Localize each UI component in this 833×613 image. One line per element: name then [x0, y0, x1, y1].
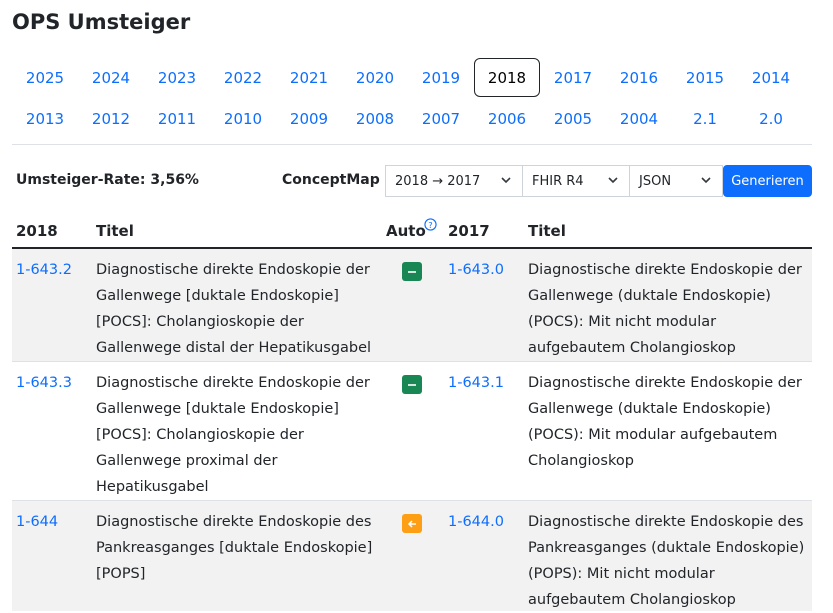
auto-minus-badge	[402, 262, 422, 281]
year-link-2013[interactable]: 2013	[12, 99, 78, 138]
from-code-link[interactable]: 1-644	[16, 509, 58, 535]
format-select[interactable]: JSON	[629, 165, 723, 197]
to-title-line: aufgebautem Cholangioskop	[528, 340, 736, 356]
to-title: Diagnostische direkte Endoskopie der Gal…	[528, 257, 802, 361]
to-title-line: Diagnostische direkte Endoskopie des	[528, 514, 804, 530]
to-code-link[interactable]: 1-643.1	[448, 370, 504, 396]
chevron-down-icon	[608, 177, 618, 184]
to-title-line: Diagnostische direkte Endoskopie der	[528, 375, 802, 391]
year-link-2021[interactable]: 2021	[276, 58, 342, 97]
from-title-line: Diagnostische direkte Endoskopie der	[96, 262, 370, 278]
format-select-value: JSON	[639, 173, 672, 189]
to-title-line: aufgebautem Cholangioskop	[528, 592, 736, 608]
help-icon[interactable]: ?	[424, 218, 437, 231]
year-link-2004[interactable]: 2004	[606, 99, 672, 138]
chevron-down-icon	[501, 177, 511, 184]
header-to-year: 2017	[448, 222, 490, 240]
generate-button[interactable]: Generieren	[723, 165, 812, 197]
year-link-2005[interactable]: 2005	[540, 99, 606, 138]
to-code-link[interactable]: 1-644.0	[448, 509, 504, 535]
from-code-link[interactable]: 1-643.3	[16, 370, 72, 396]
year-link-2011[interactable]: 2011	[144, 99, 210, 138]
direction-select[interactable]: 2018 → 2017	[385, 165, 523, 197]
to-title-line: Diagnostische direkte Endoskopie der	[528, 262, 802, 278]
auto-minus-badge	[402, 375, 422, 394]
year-link-2014[interactable]: 2014	[738, 58, 804, 97]
year-link-2009[interactable]: 2009	[276, 99, 342, 138]
year-link-2008[interactable]: 2008	[342, 99, 408, 138]
year-link-2024[interactable]: 2024	[78, 58, 144, 97]
to-title-line: Cholangioskop	[528, 453, 634, 469]
year-selector: 2025 2024 2023 2022 2021 2020 2019 2018 …	[12, 58, 812, 140]
year-row-2: 2013 2012 2011 2010 2009 2008 2007 2006 …	[12, 99, 812, 139]
to-code-link[interactable]: 1-643.0	[448, 257, 504, 283]
to-title-line: (POCS): Mit modular aufgebautem	[528, 427, 778, 443]
auto-arrow-badge	[402, 514, 422, 533]
to-title-line: Gallenwege (duktale Endoskopie)	[528, 401, 771, 417]
year-link-2017[interactable]: 2017	[540, 58, 606, 97]
from-title-line: Pankreasganges [duktale Endoskopie]	[96, 540, 373, 556]
minus-icon	[408, 270, 416, 273]
fhir-version-select-value: FHIR R4	[532, 173, 584, 189]
year-link-2022[interactable]: 2022	[210, 58, 276, 97]
from-title-line: Gallenwege [duktale Endoskopie]	[96, 401, 339, 417]
year-link-2025[interactable]: 2025	[12, 58, 78, 97]
from-title-line: Diagnostische direkte Endoskopie der	[96, 375, 370, 391]
from-title: Diagnostische direkte Endoskopie der Gal…	[96, 257, 371, 361]
table-row: 1-643.2 Diagnostische direkte Endoskopie…	[12, 249, 812, 362]
year-link-2010[interactable]: 2010	[210, 99, 276, 138]
from-title-line: Gallenwege distal der Hepatikusgabel	[96, 340, 372, 356]
divider	[12, 144, 812, 145]
table-header: 2018 Titel Auto 2017 Titel	[12, 212, 812, 249]
from-title: Diagnostische direkte Endoskopie des Pan…	[96, 509, 372, 587]
year-link-2020[interactable]: 2020	[342, 58, 408, 97]
to-title: Diagnostische direkte Endoskopie der Gal…	[528, 370, 802, 474]
year-link-2016[interactable]: 2016	[606, 58, 672, 97]
to-title-line: Pankreasganges (duktale Endoskopie)	[528, 540, 805, 556]
table-row: 1-644 Diagnostische direkte Endoskopie d…	[12, 501, 812, 611]
to-title-line: Gallenwege (duktale Endoskopie)	[528, 288, 771, 304]
from-title-line: [POCS]: Cholangioskopie der	[96, 427, 304, 443]
year-row-1: 2025 2024 2023 2022 2021 2020 2019 2018 …	[12, 58, 812, 98]
to-title-line: (POCS): Mit nicht modular	[528, 314, 717, 330]
arrow-left-icon	[407, 519, 416, 528]
from-title-line: Gallenwege [duktale Endoskopie]	[96, 288, 339, 304]
from-title: Diagnostische direkte Endoskopie der Gal…	[96, 370, 370, 500]
year-link-2012[interactable]: 2012	[78, 99, 144, 138]
table-row: 1-643.3 Diagnostische direkte Endoskopie…	[12, 362, 812, 501]
header-from-year: 2018	[16, 222, 58, 240]
from-title-line: [POCS]: Cholangioskopie der	[96, 314, 304, 330]
year-link-2007[interactable]: 2007	[408, 99, 474, 138]
year-link-2019[interactable]: 2019	[408, 58, 474, 97]
from-title-line: Gallenwege proximal der	[96, 453, 278, 469]
year-link-2006[interactable]: 2006	[474, 99, 540, 138]
year-link-2015[interactable]: 2015	[672, 58, 738, 97]
from-title-line: [POPS]	[96, 566, 146, 582]
page-title: OPS Umsteiger	[12, 10, 191, 34]
year-link-2023[interactable]: 2023	[144, 58, 210, 97]
header-title-from: Titel	[96, 222, 134, 240]
header-title-to: Titel	[528, 222, 566, 240]
fhir-version-select[interactable]: FHIR R4	[522, 165, 630, 197]
direction-select-value: 2018 → 2017	[395, 173, 481, 189]
year-link-2018-active[interactable]: 2018	[474, 58, 540, 97]
from-title-line: Hepatikusgabel	[96, 479, 209, 495]
year-link-2-0[interactable]: 2.0	[738, 99, 804, 138]
conceptmap-label: ConceptMap	[282, 172, 380, 188]
from-code-link[interactable]: 1-643.2	[16, 257, 72, 283]
header-auto: Auto	[386, 222, 426, 240]
from-title-line: Diagnostische direkte Endoskopie des	[96, 514, 372, 530]
umsteiger-rate: Umsteiger-Rate: 3,56%	[16, 172, 199, 188]
chevron-down-icon	[701, 177, 711, 184]
to-title-line: (POPS): Mit nicht modular	[528, 566, 715, 582]
minus-icon	[408, 383, 416, 386]
svg-text:?: ?	[428, 220, 432, 230]
to-title: Diagnostische direkte Endoskopie des Pan…	[528, 509, 804, 613]
year-link-2-1[interactable]: 2.1	[672, 99, 738, 138]
